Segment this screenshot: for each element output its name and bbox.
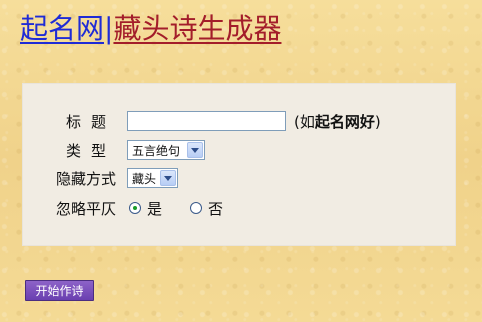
- hide-select[interactable]: 藏头: [127, 168, 178, 188]
- start-poem-button[interactable]: 开始作诗: [25, 280, 94, 301]
- type-row: 类型 五言绝句: [22, 138, 456, 162]
- tone-no-radio[interactable]: 否: [190, 198, 223, 219]
- site-link[interactable]: 起名网: [20, 12, 104, 45]
- title-row: 标题 (如起名网好): [22, 109, 456, 133]
- tool-link[interactable]: 藏头诗生成器: [113, 12, 281, 45]
- tone-yes-radio[interactable]: 是: [129, 198, 162, 219]
- type-select[interactable]: 五言绝句: [127, 140, 205, 160]
- type-select-value: 五言绝句: [132, 143, 181, 158]
- tone-label: 忽略平仄: [56, 199, 117, 218]
- hint-example: 起名网好: [314, 112, 375, 131]
- radio-selected-icon[interactable]: [129, 202, 141, 214]
- type-label: 类型: [66, 141, 117, 160]
- hint-prefix: (如: [294, 112, 315, 131]
- hide-label: 隐藏方式: [56, 169, 117, 188]
- tone-row: 忽略平仄 是 否: [22, 196, 456, 220]
- chevron-down-icon[interactable]: [160, 170, 176, 186]
- form-panel: 标题 (如起名网好) 类型 五言绝句 隐藏方式 藏头 忽略平仄 是 否: [22, 83, 456, 246]
- hide-row: 隐藏方式 藏头: [22, 166, 456, 190]
- radio-unselected-icon[interactable]: [190, 202, 202, 214]
- page-title: 起名网|藏头诗生成器: [20, 12, 281, 46]
- chevron-down-icon[interactable]: [187, 142, 203, 158]
- hint-suffix: ): [374, 112, 381, 131]
- title-input[interactable]: [127, 111, 286, 131]
- title-hint: (如起名网好): [294, 111, 381, 132]
- tone-no-label: 否: [208, 199, 224, 218]
- hide-select-value: 藏头: [132, 171, 157, 186]
- title-label: 标题: [66, 112, 117, 131]
- tone-yes-label: 是: [147, 199, 163, 218]
